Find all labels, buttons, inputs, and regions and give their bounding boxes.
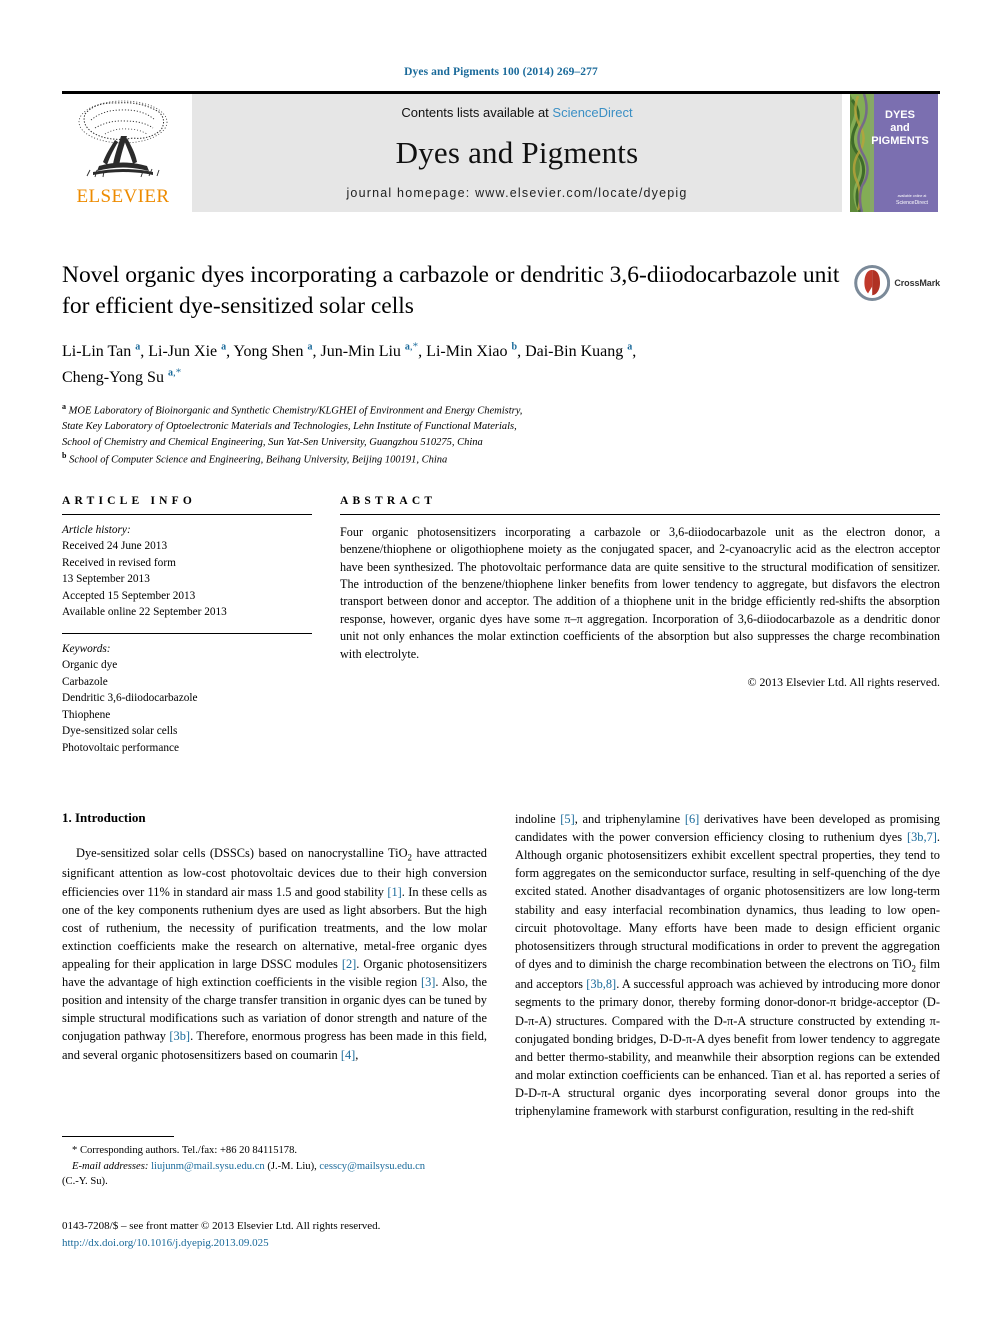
author-line-2: Cheng-Yong Su a,* [62, 366, 182, 386]
email-label: E-mail addresses: [72, 1160, 149, 1172]
citation-ref-1[interactable]: [1] [387, 885, 401, 899]
journal-cover-image: DYES and PIGMENTS available online at Sc… [850, 94, 938, 212]
author-list: Li-Lin Tan a, Li-Jun Xie a, Yong Shen a,… [62, 339, 852, 390]
history-item: Received in revised form [62, 556, 176, 569]
paper-page: Dyes and Pigments 100 (2014) 269–277 ELS… [0, 0, 992, 1323]
keywords-block: Keywords: Organic dye Carbazole Dendriti… [62, 641, 312, 756]
article-history-label: Article history: [62, 523, 131, 536]
crossmark-badge[interactable]: CrossMark [854, 260, 940, 306]
journal-title: Dyes and Pigments [395, 135, 639, 170]
citation-ref-4[interactable]: [4] [341, 1048, 355, 1062]
article-info-column: ARTICLE INFO Article history: Received 2… [62, 495, 312, 756]
article-history-block: Article history: Received 24 June 2013 R… [62, 522, 312, 621]
intro-text: Dye-sensitized solar cells (DSSCs) based… [76, 845, 408, 860]
svg-text:ScienceDirect: ScienceDirect [896, 200, 929, 206]
citation-ref-2[interactable]: [2] [342, 957, 356, 971]
citation-ref-6[interactable]: [6] [685, 812, 699, 826]
elsevier-tree-icon [78, 100, 168, 178]
intro-text: , and triphenylamine [574, 811, 685, 826]
page-title: Novel organic dyes incorporating a carba… [62, 262, 840, 320]
body-column-left: 1. Introduction Dye-sensitized solar cel… [62, 810, 487, 1120]
svg-text:and: and [890, 122, 910, 134]
abstract-rule [340, 513, 940, 515]
footnote-area: * Corresponding authors. Tel./fax: +86 2… [62, 1136, 487, 1190]
affiliations: a MOE Laboratory of Bioinorganic and Syn… [62, 401, 940, 469]
email-owner-2: (C.-Y. Su). [62, 1176, 108, 1188]
keywords-label: Keywords: [62, 642, 111, 655]
issn-footer: 0143-7208/$ – see front matter © 2013 El… [62, 1218, 562, 1251]
article-info-rule [62, 513, 312, 515]
history-item: Received 24 June 2013 [62, 540, 168, 553]
page-content: Dyes and Pigments 100 (2014) 269–277 ELS… [62, 0, 940, 1120]
keyword-item: Photovoltaic performance [62, 741, 180, 754]
citation-ref-3b[interactable]: [3b] [169, 1029, 190, 1043]
citation-ref-5[interactable]: [5] [560, 812, 574, 826]
svg-text:PIGMENTS: PIGMENTS [871, 135, 928, 147]
doi-link[interactable]: http://dx.doi.org/10.1016/j.dyepig.2013.… [62, 1235, 562, 1252]
intro-paragraph-left: Dye-sensitized solar cells (DSSCs) based… [62, 844, 487, 1064]
keyword-item: Carbazole [62, 675, 108, 688]
intro-paragraph-right: indoline [5], and triphenylamine [6] der… [515, 810, 940, 1120]
abstract-copyright: © 2013 Elsevier Ltd. All rights reserved… [747, 675, 940, 690]
keyword-item: Thiophene [62, 708, 111, 721]
intro-text: . A successful approach was achieved by … [515, 977, 940, 1119]
contents-line: Contents lists available at ScienceDirec… [401, 105, 632, 120]
body-columns: 1. Introduction Dye-sensitized solar cel… [62, 810, 940, 1120]
email-link-2[interactable]: cesscy@mailsysu.edu.cn [319, 1161, 425, 1172]
email-owner-1: (J.-M. Liu), [264, 1160, 320, 1172]
svg-text:available online at: available online at [898, 194, 927, 198]
title-area: Novel organic dyes incorporating a carba… [62, 260, 940, 469]
email-link-1[interactable]: liujunm@mail.sysu.edu.cn [151, 1161, 265, 1172]
journal-masthead: ELSEVIER Contents lists available at Sci… [62, 94, 940, 212]
history-item: 13 September 2013 [62, 573, 150, 586]
history-item: Accepted 15 September 2013 [62, 589, 196, 602]
abstract-body: Four organic photosensitizers incorporat… [340, 524, 940, 661]
svg-text:DYES: DYES [885, 109, 915, 121]
author-line-1: Li-Lin Tan a, Li-Jun Xie a, Yong Shen a,… [62, 341, 637, 361]
corresponding-line: * Corresponding authors. Tel./fax: +86 2… [72, 1145, 298, 1156]
intro-text: indoline [515, 811, 561, 826]
running-citation: Dyes and Pigments 100 (2014) 269–277 [404, 66, 598, 78]
article-info-heading: ARTICLE INFO [62, 494, 197, 507]
crossmark-label: CrossMark [894, 278, 940, 288]
journal-cover-thumbnail[interactable]: DYES and PIGMENTS available online at Sc… [850, 94, 940, 212]
intro-text: , [355, 1047, 359, 1062]
body-column-right: indoline [5], and triphenylamine [6] der… [515, 810, 940, 1120]
affiliation-a-marker: a [62, 401, 66, 411]
affiliation-b-line1: School of Computer Science and Engineeri… [69, 454, 448, 466]
keyword-item: Dendritic 3,6-diiodocarbazole [62, 692, 198, 705]
sciencedirect-link[interactable]: ScienceDirect [552, 105, 632, 120]
keyword-item: Dye-sensitized solar cells [62, 725, 178, 738]
crossmark-icon [854, 265, 891, 301]
citation-ref-3b8[interactable]: [3b,8] [586, 977, 616, 991]
issn-line: 0143-7208/$ – see front matter © 2013 El… [62, 1220, 381, 1232]
keywords-rule [62, 632, 312, 634]
affiliation-a: a MOE Laboratory of Bioinorganic and Syn… [62, 401, 940, 451]
affiliation-b: b School of Computer Science and Enginee… [62, 450, 940, 468]
journal-band: Contents lists available at ScienceDirec… [192, 94, 842, 212]
section-title-introduction: 1. Introduction [62, 809, 146, 825]
abstract-column: ABSTRACT Four organic photosensitizers i… [340, 495, 940, 756]
affiliation-a-line1: MOE Laboratory of Bioinorganic and Synth… [68, 405, 523, 417]
affiliation-b-marker: b [62, 451, 67, 461]
abstract-heading: ABSTRACT [340, 494, 437, 507]
affiliation-a-line3: School of Chemistry and Chemical Enginee… [62, 436, 483, 448]
citation-ref-3[interactable]: [3] [421, 975, 435, 989]
citation-ref-3b7[interactable]: [3b,7] [907, 830, 937, 844]
footnote-rule [62, 1136, 174, 1137]
contents-prefix: Contents lists available at [401, 105, 553, 120]
journal-homepage-link[interactable]: journal homepage: www.elsevier.com/locat… [346, 186, 687, 200]
corresponding-author-note: * Corresponding authors. Tel./fax: +86 2… [62, 1143, 487, 1190]
elsevier-logo: ELSEVIER [62, 94, 184, 212]
history-item: Available online 22 September 2013 [62, 606, 227, 619]
info-abstract-section: ARTICLE INFO Article history: Received 2… [62, 495, 940, 756]
intro-text: . Although organic photosensitizers exhi… [515, 830, 940, 971]
elsevier-wordmark: ELSEVIER [76, 186, 170, 207]
affiliation-a-line2: State Key Laboratory of Optoelectronic M… [62, 420, 517, 432]
email-line: E-mail addresses: liujunm@mail.sysu.edu.… [62, 1159, 487, 1175]
keyword-item: Organic dye [62, 659, 118, 672]
